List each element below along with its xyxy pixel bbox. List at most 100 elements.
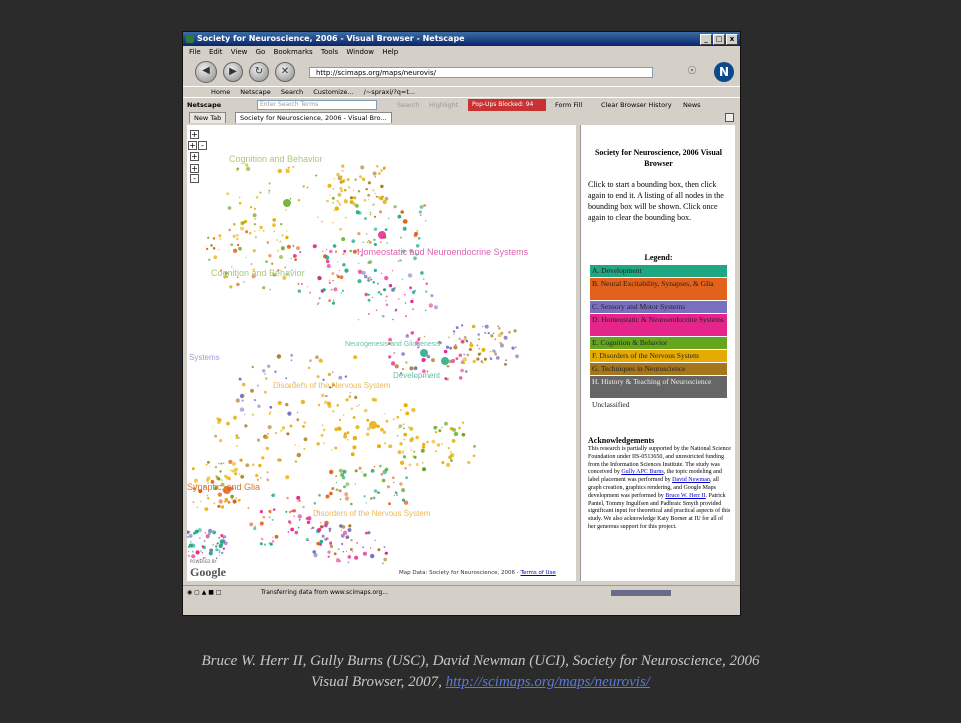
caption-url-link[interactable]: http://scimaps.org/maps/neurovis/	[446, 674, 650, 690]
legend-item[interactable]: G. Techniques in Neuroscience	[590, 363, 727, 375]
map-node	[352, 202, 357, 206]
map-node	[458, 353, 463, 358]
terms-of-use-link[interactable]: Terms of Use	[521, 570, 556, 576]
map-node	[262, 286, 266, 290]
bookmark-search[interactable]: Search	[281, 88, 303, 96]
back-button[interactable]: ◀	[195, 61, 217, 83]
netscape-menu[interactable]: Netscape	[187, 98, 221, 112]
close-tab-icon[interactable]	[725, 113, 734, 122]
maximize-button[interactable]: □	[713, 34, 725, 45]
menu-window[interactable]: Window	[346, 48, 374, 56]
menu-view[interactable]: View	[231, 48, 248, 56]
tab-visual-browser[interactable]: Society for Neuroscience, 2006 - Visual …	[235, 112, 392, 123]
zoom-in-button[interactable]: +	[190, 130, 199, 139]
tab-new[interactable]: New Tab	[189, 112, 227, 123]
menu-file[interactable]: File	[189, 48, 201, 56]
pan-left-button[interactable]: +	[188, 141, 197, 150]
map-node	[419, 214, 422, 216]
map-node	[372, 281, 376, 284]
search-button[interactable]: Search	[397, 98, 419, 112]
map-node	[332, 244, 337, 248]
map-node	[446, 462, 451, 467]
map-node	[363, 495, 366, 498]
legend-item[interactable]: B. Neural Excitability, Synapses, & Glia	[590, 278, 727, 300]
map-data-text: Map Data: Society for Neuroscience, 2006…	[399, 570, 519, 576]
legend-item[interactable]: D. Homeostatic & Neuroendocrine Systems	[590, 314, 727, 336]
map-node	[376, 491, 380, 494]
menu-edit[interactable]: Edit	[209, 48, 223, 56]
map-node	[241, 399, 244, 402]
zoom-in-button-2[interactable]: +	[190, 164, 199, 173]
map-node	[272, 218, 276, 222]
map-node	[371, 397, 376, 402]
legend-item[interactable]: A. Development	[590, 265, 727, 277]
map-node	[297, 526, 300, 529]
gully-burns-link[interactable]: Gully APC Burns	[621, 469, 663, 475]
map-node	[339, 203, 342, 206]
menu-tools[interactable]: Tools	[321, 48, 338, 56]
map-node	[238, 246, 242, 251]
map-node	[370, 498, 372, 500]
zoom-out-button[interactable]: -	[190, 174, 199, 183]
map-node	[267, 433, 269, 435]
pan-right-button[interactable]: -	[198, 141, 207, 150]
clear-history-button[interactable]: Clear Browser History	[601, 98, 672, 112]
stop-button[interactable]: ✕	[275, 62, 295, 82]
map-node	[392, 481, 395, 484]
news-button[interactable]: News	[683, 98, 701, 112]
map-node	[420, 271, 424, 275]
bookmark-customize[interactable]: Customize...	[313, 88, 353, 96]
close-button[interactable]: x	[726, 34, 738, 45]
menu-go[interactable]: Go	[256, 48, 266, 56]
bookmark-home[interactable]: Home	[211, 88, 230, 96]
map-node	[339, 498, 342, 501]
map-node	[300, 399, 306, 405]
bookmark-netscape[interactable]: Netscape	[240, 88, 270, 96]
sidebar-scrollbar[interactable]	[735, 125, 740, 581]
map-node	[384, 275, 389, 281]
map-node	[287, 166, 290, 169]
map-node	[326, 264, 331, 268]
map-node	[289, 522, 292, 525]
map-node	[346, 178, 350, 181]
forward-button[interactable]: ▶	[223, 62, 243, 82]
legend-item[interactable]: H. History & Teaching of Neuroscience	[590, 376, 727, 398]
map-node	[290, 257, 293, 260]
map-node	[384, 551, 388, 555]
minimize-button[interactable]: _	[700, 34, 712, 45]
map-node	[336, 172, 340, 177]
map-node	[317, 302, 320, 305]
map-node	[228, 228, 231, 232]
reload-button[interactable]: ↻	[249, 62, 269, 82]
map-node	[286, 230, 288, 232]
bookmark-sprax[interactable]: /~spraxi/?q=t...	[364, 88, 415, 96]
legend-item[interactable]: E. Cognition & Behavior	[590, 337, 727, 349]
zoom-level-button[interactable]: +	[190, 152, 199, 161]
map-node	[500, 331, 504, 335]
map-node	[482, 325, 484, 328]
highlight-button[interactable]: Highlight	[429, 98, 458, 112]
map-node	[242, 394, 245, 396]
map-node	[382, 167, 386, 170]
map-view[interactable]: + + - + + - Cognition and Behavior Homeo…	[187, 125, 576, 581]
map-node	[384, 228, 388, 231]
search-field[interactable]: Enter Search Terms	[257, 100, 377, 110]
menu-bookmarks[interactable]: Bookmarks	[274, 48, 313, 56]
popup-blocked-indicator[interactable]: Pop-Ups Blocked: 94	[468, 99, 546, 111]
legend-item[interactable]: C. Sensory and Motor Systems	[590, 301, 727, 313]
map-node	[315, 355, 319, 359]
legend-item[interactable]: F. Disorders of the Nervous System	[590, 350, 727, 362]
address-bar[interactable]: http://scimaps.org/maps/neurovis/	[309, 67, 653, 78]
powered-by-label: POWERED BY	[190, 559, 217, 564]
map-node	[392, 418, 395, 421]
legend-item[interactable]: Unclassified	[590, 399, 727, 411]
window-titlebar: Society for Neuroscience, 2006 - Visual …	[183, 32, 740, 46]
map-label: Neurogenesis and Gliogenesis	[345, 341, 441, 348]
form-fill-button[interactable]: Form Fill	[555, 98, 582, 112]
menu-help[interactable]: Help	[382, 48, 398, 56]
bruce-herr-link[interactable]: Bruce W. Herr II	[665, 493, 705, 499]
map-node	[373, 465, 376, 468]
map-node	[375, 309, 378, 312]
map-node	[363, 198, 367, 202]
david-newman-link[interactable]: David Newman	[672, 477, 710, 483]
